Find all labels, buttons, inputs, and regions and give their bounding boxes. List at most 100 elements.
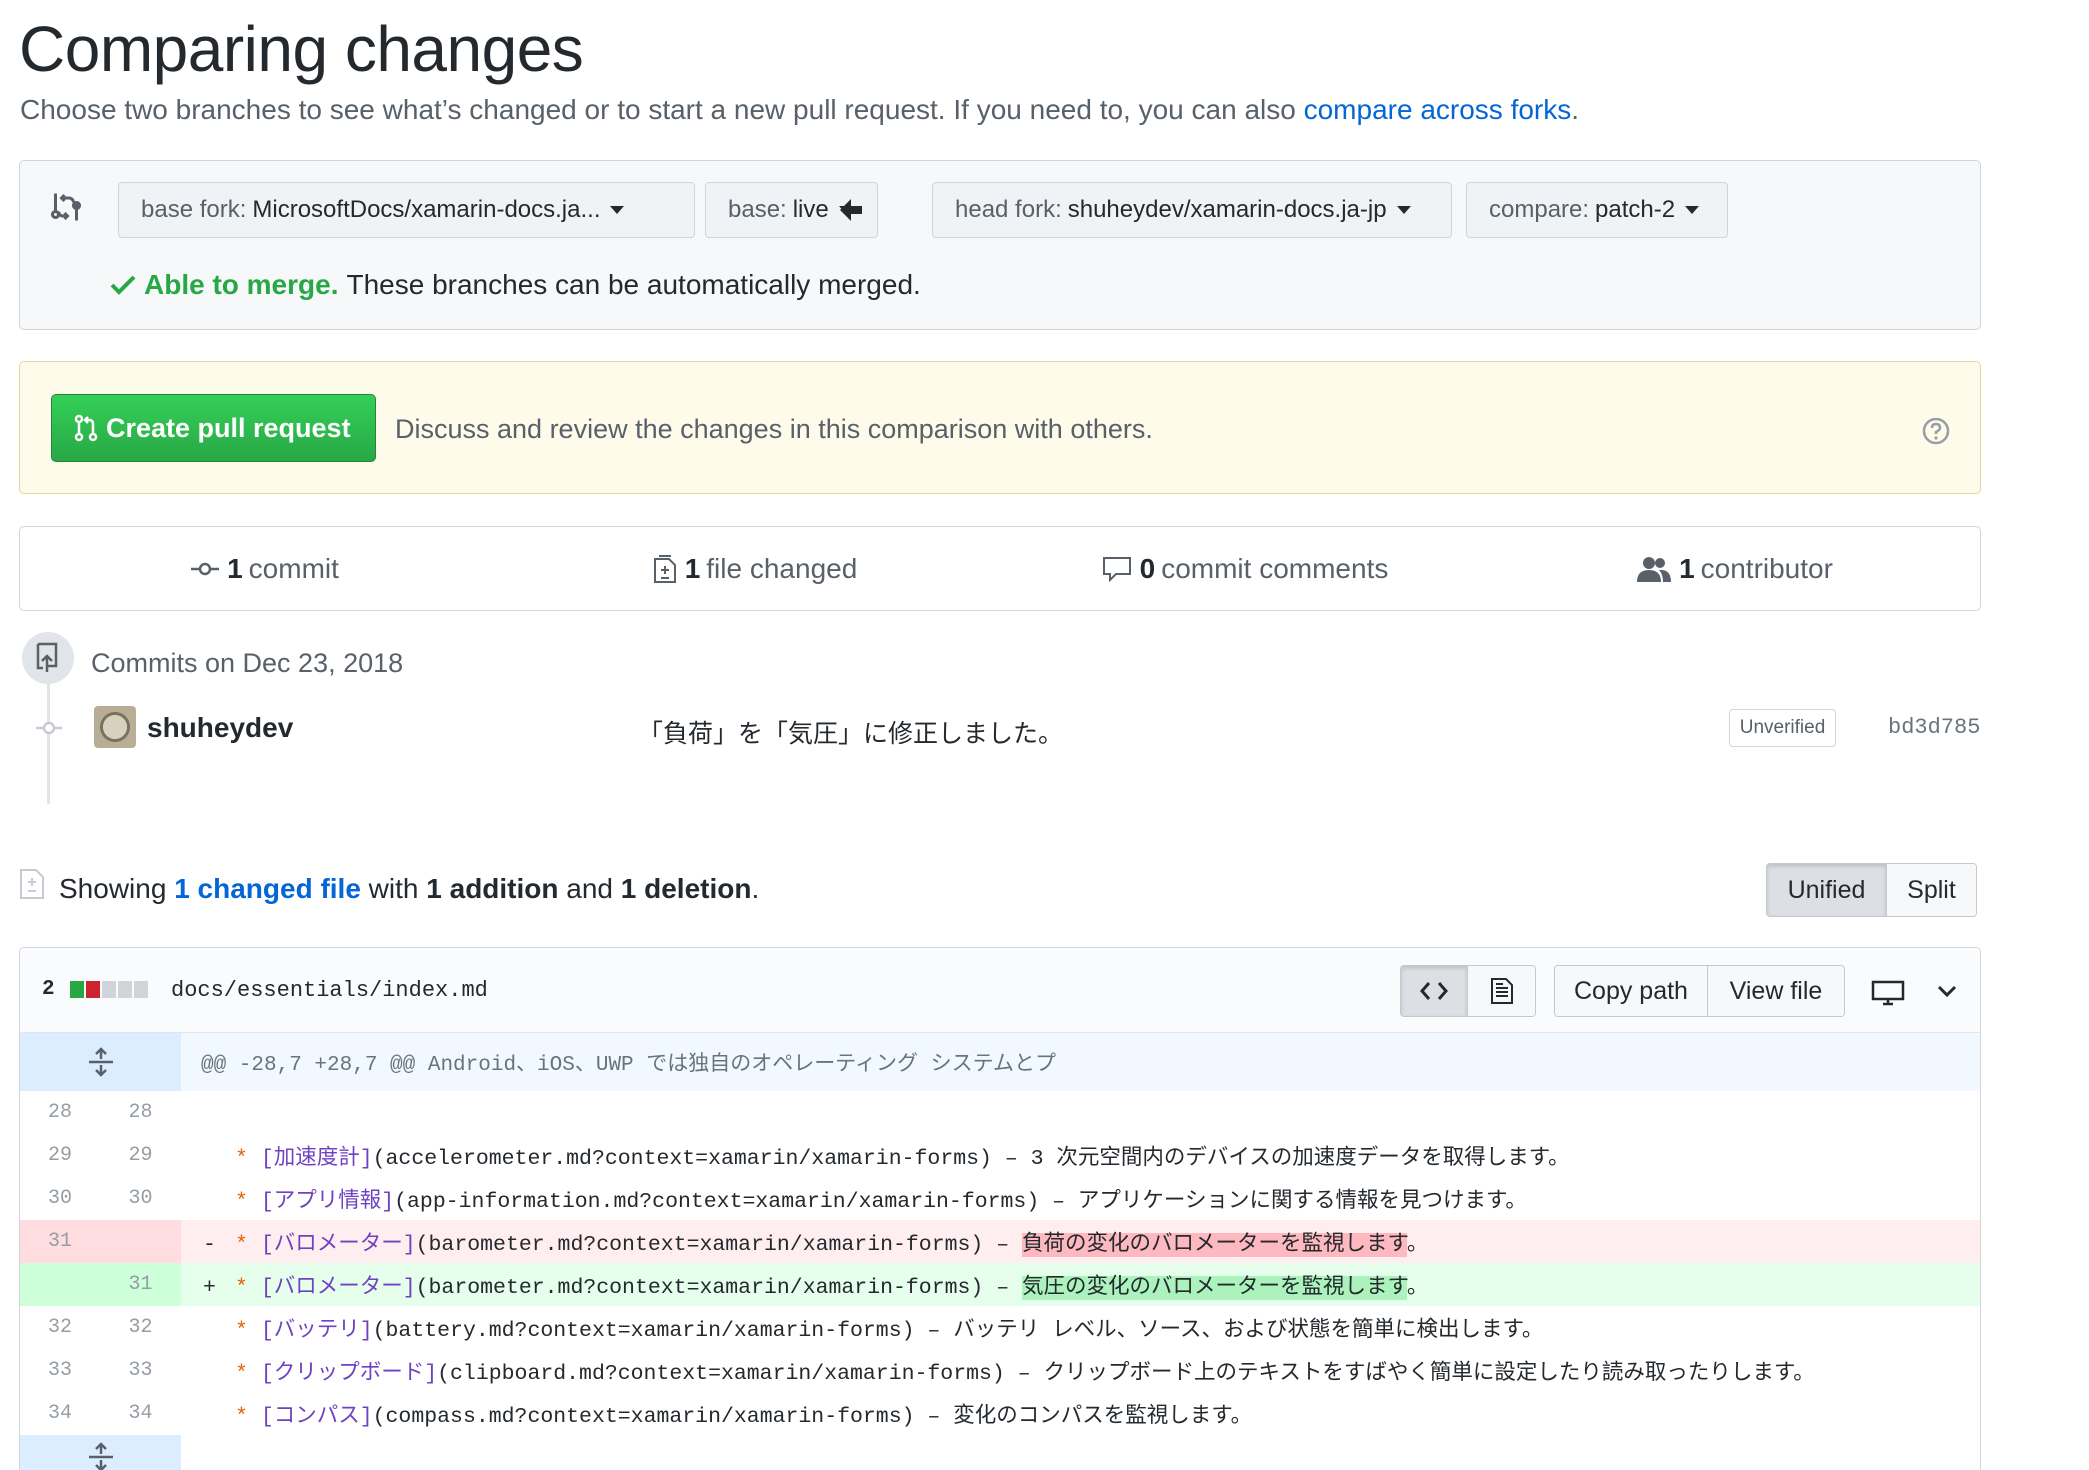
commit-author[interactable]: shuheydev [147, 712, 293, 744]
page-title: Comparing changes [19, 13, 584, 85]
line-code: * [バッテリ](battery.md?context=xamarin/xama… [181, 1312, 1543, 1343]
commit-comments-tab[interactable]: 0 commit comments [1000, 527, 1490, 610]
diff-line: 33 33 * [クリップボード](clipboard.md?context=xam… [20, 1349, 1980, 1392]
rich-view-button[interactable] [1468, 966, 1535, 1016]
expand-down-button[interactable] [20, 1435, 181, 1470]
diff-line: 31 + * [バロメーター](barometer.md?context=xamar… [20, 1263, 1980, 1306]
list-bullet: * [235, 1233, 248, 1257]
commits-date-heading: Commits on Dec 23, 2018 [91, 648, 404, 678]
unverified-badge[interactable]: Unverified [1729, 709, 1836, 747]
code-icon [1420, 982, 1448, 1000]
merge-status-detail: These branches can be automatically merg… [346, 269, 921, 300]
compare-across-forks-link[interactable]: compare across forks [1304, 94, 1572, 125]
commit-node-icon [36, 721, 62, 735]
code-text: (barometer.md?context=xamarin/xamarin-fo… [415, 1276, 1023, 1300]
diffstat-block [134, 981, 148, 998]
hunk-header-row: @@ -28,7 +28,7 @@ Android、iOS、UWP では独自のオ… [20, 1033, 1980, 1091]
unified-button[interactable]: Unified [1767, 864, 1887, 916]
old-line-number[interactable]: 33 [20, 1359, 100, 1382]
git-pull-request-icon [74, 414, 98, 442]
code-text: (clipboard.md?context=xamarin/xamarin-fo… [437, 1362, 1815, 1386]
people-icon [1637, 556, 1672, 582]
chevron-down-icon[interactable] [1935, 980, 1959, 1002]
link-text: [バロメーター] [260, 1276, 416, 1300]
file-diff-icon [20, 869, 44, 899]
files-changed-tab[interactable]: 1 file changed [510, 527, 1000, 610]
expand-down-row [20, 1435, 1980, 1470]
monitor-icon[interactable] [1871, 980, 1905, 1006]
merge-status: Able to merge. These branches can be aut… [110, 269, 921, 301]
line-numbers: 30 30 [20, 1177, 181, 1220]
new-line-number[interactable]: 29 [100, 1144, 181, 1167]
old-line-number[interactable]: 32 [20, 1316, 100, 1339]
base-fork-select[interactable]: base fork: MicrosoftDocs/xamarin-docs.ja.… [118, 182, 695, 238]
file-actions-group: Copy path View file [1554, 965, 1845, 1017]
head-fork-label: head fork: [955, 196, 1062, 223]
commits-count: 1 [227, 552, 243, 584]
new-line-number[interactable]: 31 [100, 1273, 181, 1296]
changed-files-link[interactable]: 1 changed file [174, 873, 361, 904]
question-icon[interactable] [1922, 417, 1950, 445]
line-numbers: 31 [20, 1220, 181, 1263]
file-diff: 2 docs/essentials/index.md Copy path Vie… [19, 947, 1981, 1470]
merge-status-label: Able to merge. [144, 269, 339, 300]
old-line-number[interactable]: 34 [20, 1402, 100, 1425]
code-tail: 。 [1406, 1233, 1429, 1257]
contributors-tab[interactable]: 1 contributor [1490, 527, 1980, 610]
commits-count-tab[interactable]: 1 commit [20, 527, 510, 610]
diff-line: 29 29 * [加速度計](accelerometer.md?context=xa… [20, 1134, 1980, 1177]
new-line-number[interactable]: 33 [100, 1359, 181, 1382]
base-label: base: [728, 196, 787, 223]
code-text: (barometer.md?context=xamarin/xamarin-fo… [415, 1233, 1023, 1257]
line-numbers: 34 34 [20, 1392, 181, 1435]
diff-line: 32 32 * [バッテリ](battery.md?context=xamarin/… [20, 1306, 1980, 1349]
diff-view-toggle: Unified Split [1766, 863, 1977, 917]
commit-sha[interactable]: bd3d785 [1888, 715, 1980, 740]
diffstat-block [70, 981, 84, 998]
copy-path-button[interactable]: Copy path [1555, 966, 1708, 1016]
changed-text: 負荷の変化のバロメーターを監視します [1022, 1233, 1407, 1257]
line-numbers: 33 33 [20, 1349, 181, 1392]
code-text: (compass.md?context=xamarin/xamarin-form… [372, 1405, 1253, 1429]
view-file-button[interactable]: View file [1707, 966, 1844, 1016]
link-text: [クリップボード] [260, 1362, 438, 1386]
head-fork-select[interactable]: head fork: shuheydev/xamarin-docs.ja-jp [932, 182, 1452, 238]
expand-up-button[interactable] [20, 1033, 181, 1091]
new-line-number[interactable]: 32 [100, 1316, 181, 1339]
code-text: (accelerometer.md?context=xamarin/xamari… [372, 1147, 1570, 1171]
check-icon [110, 275, 136, 295]
list-bullet: * [235, 1362, 248, 1386]
compare-branch-select[interactable]: compare: patch-2 [1466, 182, 1728, 238]
source-view-button[interactable] [1401, 966, 1468, 1016]
list-bullet: * [235, 1190, 248, 1214]
subtitle-text: Choose two branches to see what’s change… [20, 94, 1304, 125]
contributors-count: 1 [1679, 552, 1695, 584]
diff-line: 31 - * [バロメーター](barometer.md?context=xamar… [20, 1220, 1980, 1263]
files-count: 1 [684, 552, 701, 584]
new-line-number[interactable]: 30 [100, 1187, 181, 1210]
unfold-icon [88, 1441, 113, 1470]
caret-down-icon [1685, 206, 1700, 214]
commit-message[interactable]: 「負荷」を「気圧」に修正しました。 [638, 714, 1063, 750]
new-line-number[interactable]: 28 [100, 1101, 181, 1124]
old-line-number[interactable]: 31 [20, 1230, 100, 1253]
file-diff-icon [653, 554, 676, 583]
new-line-number[interactable]: 34 [100, 1402, 181, 1425]
commit-icon [191, 562, 220, 575]
avatar[interactable] [94, 706, 136, 748]
diffstat-count: 2 [42, 978, 55, 1001]
hunk-header-text: @@ -28,7 +28,7 @@ Android、iOS、UWP では独自のオ… [201, 1054, 1056, 1077]
comment-icon [1102, 556, 1131, 582]
create-pull-request-button[interactable]: Create pull request [51, 394, 376, 462]
old-line-number[interactable]: 29 [20, 1144, 100, 1167]
split-button[interactable]: Split [1887, 864, 1976, 916]
diffstat-block [86, 981, 100, 998]
old-line-number[interactable]: 28 [20, 1101, 100, 1124]
list-bullet: * [235, 1405, 248, 1429]
old-line-number[interactable]: 30 [20, 1187, 100, 1210]
changed-text: 気圧の変化のバロメーターを監視します [1022, 1276, 1407, 1300]
git-compare-icon [51, 193, 81, 221]
file-path[interactable]: docs/essentials/index.md [171, 978, 488, 1003]
additions-count: 1 addition [426, 873, 559, 904]
list-bullet: * [235, 1147, 248, 1171]
